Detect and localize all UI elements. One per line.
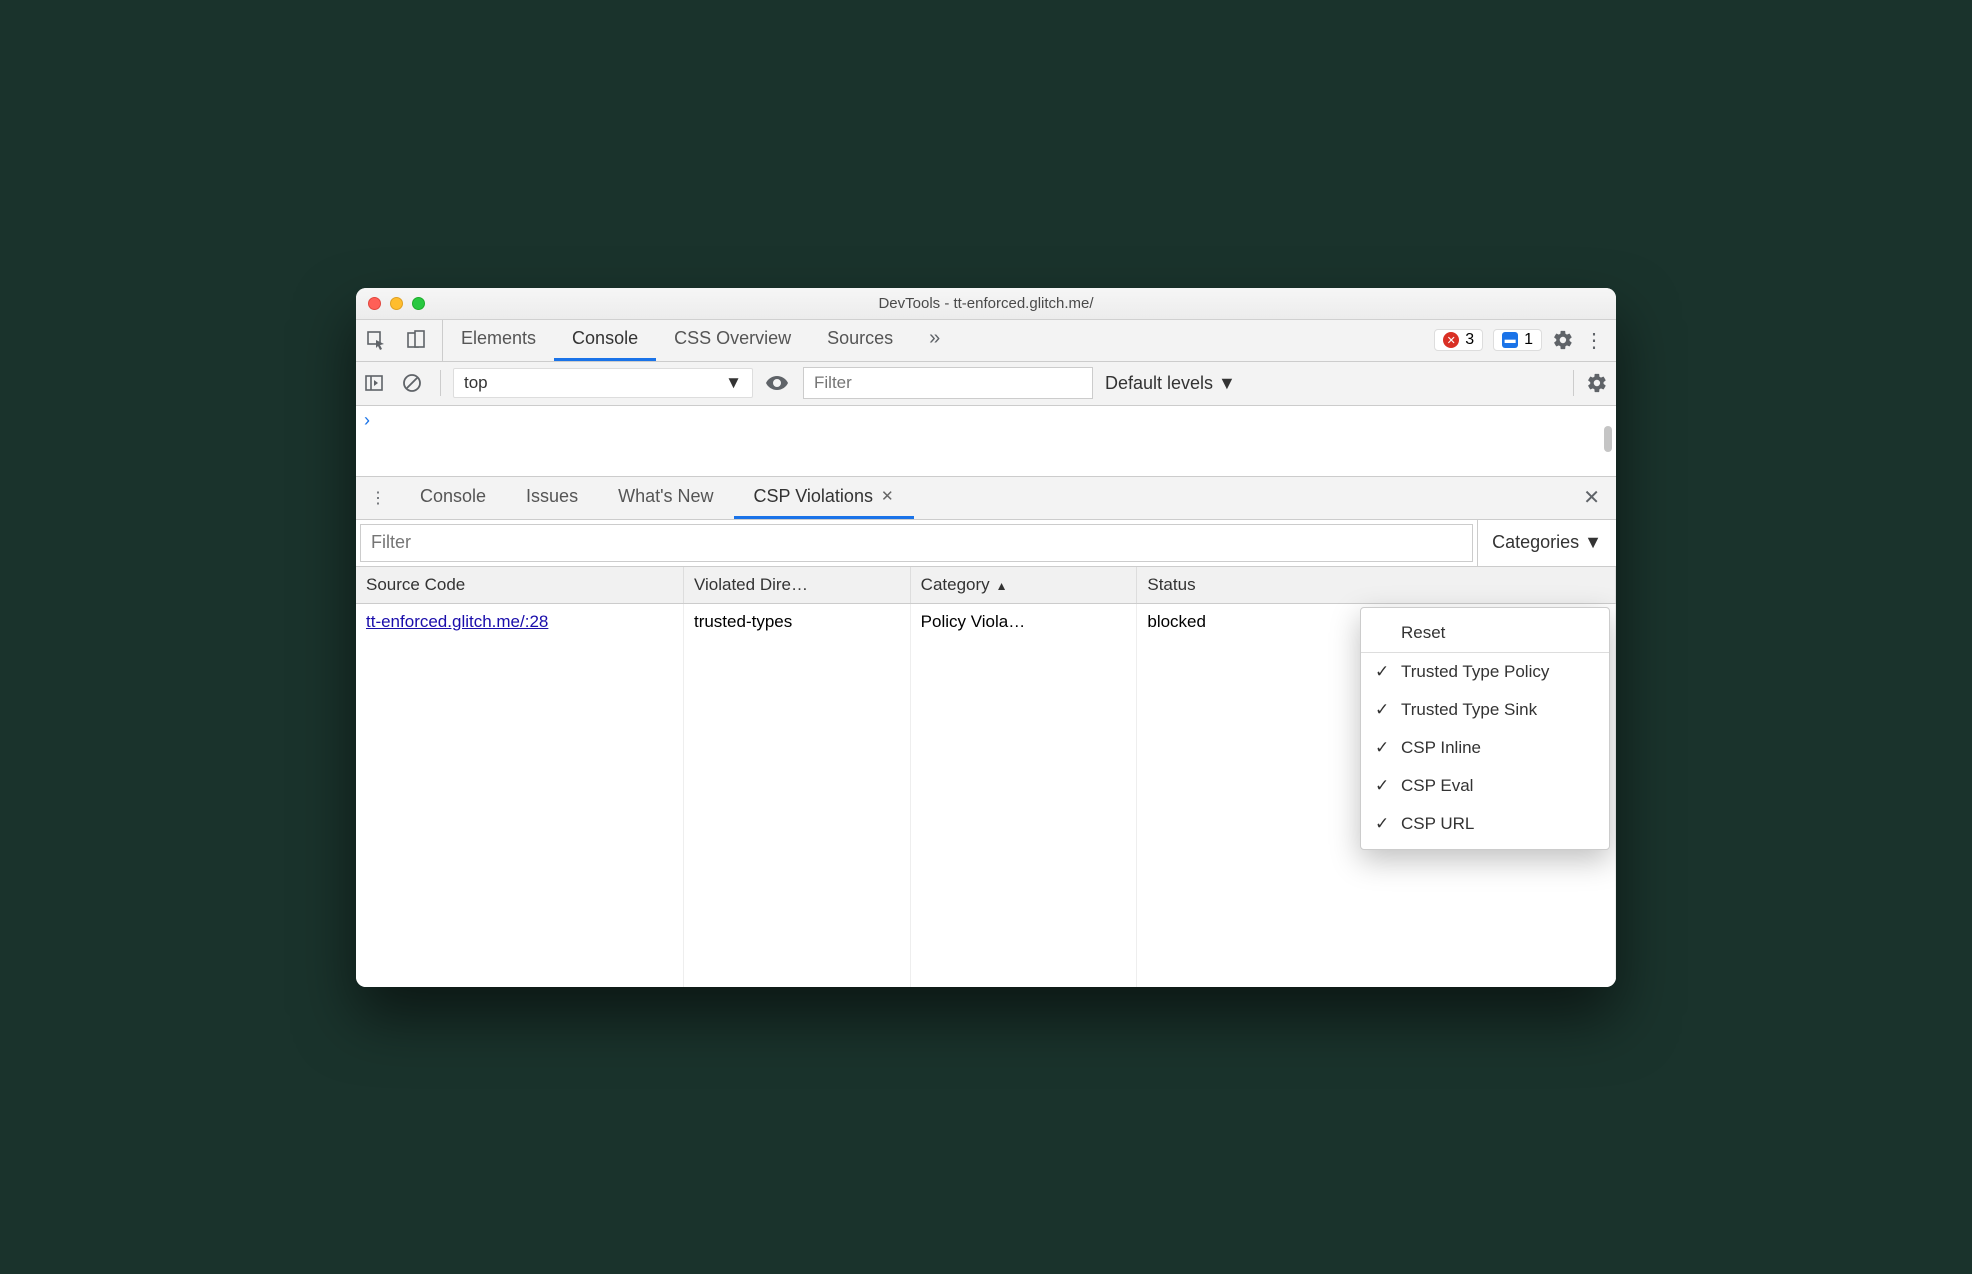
- titlebar: DevTools - tt-enforced.glitch.me/: [356, 288, 1616, 320]
- violations-filter-row: Categories ▼: [356, 520, 1616, 567]
- tab-css-overview[interactable]: CSS Overview: [656, 320, 809, 361]
- drawer-tab-whats-new[interactable]: What's New: [598, 477, 733, 519]
- console-settings-gear-icon[interactable]: [1586, 372, 1608, 394]
- violations-filter-input[interactable]: [360, 524, 1473, 562]
- violations-table-wrap: Source Code Violated Dire… Category▲ Sta…: [356, 567, 1616, 987]
- clear-console-icon[interactable]: [402, 373, 428, 393]
- inspect-tools: [356, 320, 443, 361]
- error-icon: ✕: [1443, 332, 1459, 348]
- drawer-tab-issues[interactable]: Issues: [506, 477, 598, 519]
- dropdown-item-trusted-type-sink[interactable]: Trusted Type Sink: [1361, 691, 1609, 729]
- chevron-down-icon: ▼: [725, 373, 742, 393]
- drawer-tabs: ⋮ Console Issues What's New CSP Violatio…: [356, 476, 1616, 520]
- devtools-window: DevTools - tt-enforced.glitch.me/ Elemen…: [356, 288, 1616, 987]
- tab-elements[interactable]: Elements: [443, 320, 554, 361]
- dropdown-item-csp-url[interactable]: CSP URL: [1361, 805, 1609, 843]
- close-drawer-icon[interactable]: ✕: [1567, 477, 1616, 519]
- drawer-tab-csp-violations[interactable]: CSP Violations ✕: [734, 477, 914, 519]
- tab-sources[interactable]: Sources: [809, 320, 911, 361]
- drawer-kebab-icon[interactable]: ⋮: [356, 477, 400, 519]
- col-directive[interactable]: Violated Dire…: [683, 567, 910, 604]
- divider: [1573, 370, 1574, 396]
- dropdown-item-csp-inline[interactable]: CSP Inline: [1361, 729, 1609, 767]
- divider: [440, 370, 441, 396]
- message-icon: ▬: [1502, 332, 1518, 348]
- inspect-element-icon[interactable]: [366, 330, 392, 350]
- dropdown-item-csp-eval[interactable]: CSP Eval: [1361, 767, 1609, 805]
- console-filter-input[interactable]: [803, 367, 1093, 399]
- device-toolbar-icon[interactable]: [406, 330, 432, 350]
- kebab-menu-icon[interactable]: ⋮: [1584, 328, 1604, 353]
- console-toolbar: top ▼ Default levels ▼: [356, 362, 1616, 406]
- more-tabs-button[interactable]: »: [911, 320, 958, 361]
- message-badge[interactable]: ▬ 1: [1493, 329, 1542, 351]
- error-badge[interactable]: ✕ 3: [1434, 329, 1483, 351]
- main-toolbar-status: ✕ 3 ▬ 1 ⋮: [1434, 320, 1616, 361]
- chevron-more-icon: »: [929, 327, 940, 350]
- main-tabs: Elements Console CSS Overview Sources » …: [356, 320, 1616, 362]
- live-expression-eye-icon[interactable]: [765, 371, 791, 395]
- error-count: 3: [1465, 331, 1474, 349]
- dropdown-reset[interactable]: Reset: [1361, 614, 1609, 653]
- sidebar-toggle-icon[interactable]: [364, 373, 390, 393]
- cell-category: Policy Viola…: [910, 603, 1137, 640]
- drawer-tab-console[interactable]: Console: [400, 477, 506, 519]
- categories-dropdown: Reset Trusted Type Policy Trusted Type S…: [1360, 607, 1610, 850]
- cell-directive: trusted-types: [683, 603, 910, 640]
- categories-dropdown-button[interactable]: Categories ▼: [1477, 520, 1616, 566]
- dropdown-item-trusted-type-policy[interactable]: Trusted Type Policy: [1361, 653, 1609, 691]
- console-output: ›: [356, 406, 1616, 476]
- tab-console[interactable]: Console: [554, 320, 656, 361]
- settings-gear-icon[interactable]: [1552, 329, 1574, 351]
- console-prompt-icon[interactable]: ›: [356, 406, 1616, 435]
- message-count: 1: [1524, 331, 1533, 349]
- close-tab-icon[interactable]: ✕: [881, 487, 894, 505]
- col-source[interactable]: Source Code: [356, 567, 683, 604]
- source-link[interactable]: tt-enforced.glitch.me/:28: [366, 612, 548, 631]
- context-value: top: [464, 373, 488, 393]
- scrollbar-thumb[interactable]: [1604, 426, 1612, 452]
- col-category[interactable]: Category▲: [910, 567, 1137, 604]
- window-title: DevTools - tt-enforced.glitch.me/: [356, 295, 1616, 312]
- sort-asc-icon: ▲: [996, 579, 1008, 593]
- log-levels-selector[interactable]: Default levels ▼: [1105, 373, 1236, 394]
- col-status[interactable]: Status: [1137, 567, 1616, 604]
- context-selector[interactable]: top ▼: [453, 368, 753, 398]
